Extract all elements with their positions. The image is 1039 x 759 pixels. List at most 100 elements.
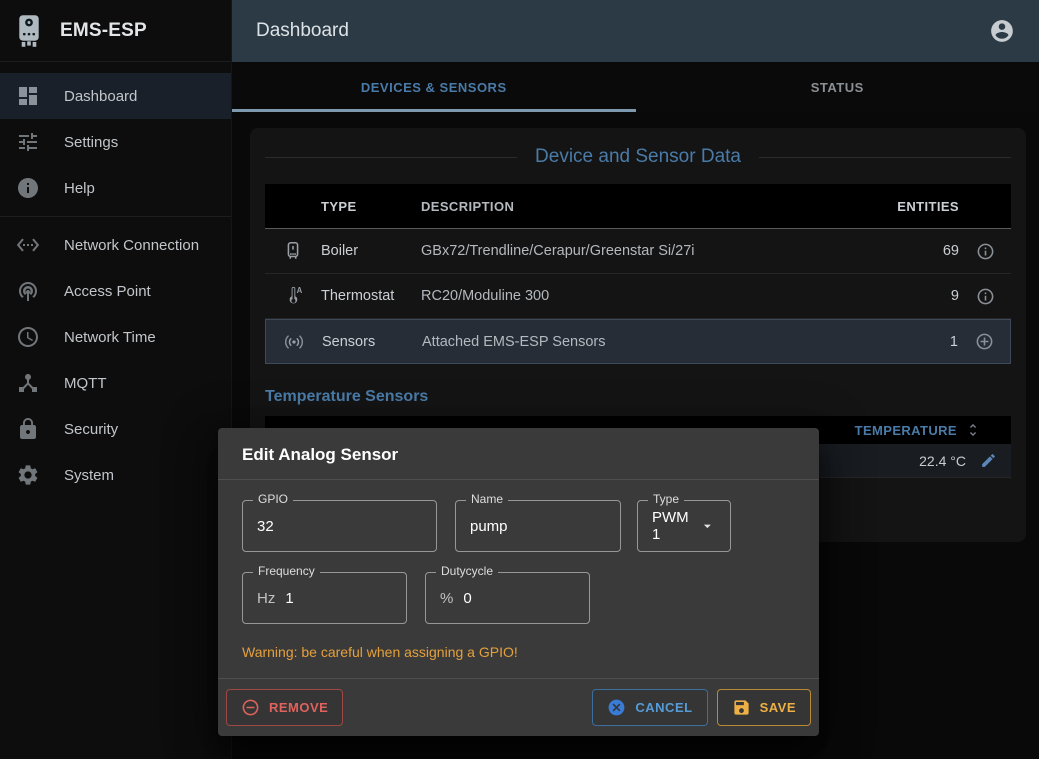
device-entities: 69 [879,243,959,259]
pencil-icon[interactable] [980,452,997,469]
tab-status[interactable]: STATUS [636,62,1039,112]
device-description: GBx72/Trendline/Cerapur/Greenstar Si/27i [421,243,879,259]
lock-icon [16,417,40,441]
thermostat-icon: A [282,285,304,307]
sidebar-item-label: Help [64,180,95,197]
tab-bar: DEVICES & SENSORS STATUS [232,62,1039,112]
tab-indicator [232,109,636,112]
name-field-value: pump [470,518,508,535]
sidebar-item-network-connection[interactable]: Network Connection [0,222,231,268]
row-add-button[interactable] [958,332,1010,351]
name-field-label: Name [466,492,508,506]
sidebar-divider [0,216,231,217]
unfold-more-icon[interactable] [965,422,981,438]
top-bar: Dashboard [232,0,1039,62]
sidebar-item-label: Access Point [64,283,151,300]
sidebar-item-label: Dashboard [64,88,137,105]
svg-text:A: A [297,286,303,295]
divider-line [265,157,517,158]
device-type: Thermostat [321,288,421,304]
section-heading: Device and Sensor Data [265,146,1011,168]
sidebar-item-label: Network Connection [64,237,199,254]
remove-circle-icon [241,698,260,717]
sidebar-item-settings[interactable]: Settings [0,119,231,165]
table-row-sensors[interactable]: Sensors Attached EMS-ESP Sensors 1 [265,319,1011,364]
tab-devices-sensors[interactable]: DEVICES & SENSORS [232,62,636,112]
cancel-button-label: CANCEL [635,700,692,715]
dialog-title: Edit Analog Sensor [218,428,819,480]
ethernet-icon [16,233,40,257]
gpio-warning-text: Warning: be careful when assigning a GPI… [242,644,795,660]
column-entities: ENTITIES [879,199,959,214]
frequency-field-value: 1 [285,590,293,607]
dutycycle-field-value: 0 [463,590,471,607]
remove-button-label: REMOVE [269,700,328,715]
clock-icon [16,325,40,349]
sidebar-item-access-point[interactable]: Access Point [0,268,231,314]
tune-icon [16,130,40,154]
save-button-label: SAVE [760,700,796,715]
device-type: Sensors [322,334,422,350]
device-hub-icon [16,371,40,395]
cancel-button[interactable]: CANCEL [592,689,707,726]
row-info-button[interactable] [959,287,1011,306]
sidebar-nav: Dashboard Settings Help Network Connecti… [0,62,231,498]
device-entities: 1 [878,334,958,350]
column-type: TYPE [321,199,421,214]
sidebar-item-label: System [64,467,114,484]
sidebar-item-system[interactable]: System [0,452,231,498]
app-name: EMS-ESP [60,20,147,42]
gpio-field[interactable]: GPIO 32 [242,500,437,552]
save-icon [732,698,751,717]
dutycycle-unit: % [440,590,453,607]
edit-analog-sensor-dialog: Edit Analog Sensor GPIO 32 Name pump Typ… [218,428,819,736]
sidebar: EMS-ESP Dashboard Settings Help Network … [0,0,232,759]
column-temperature: TEMPERATURE [855,423,957,438]
boiler-icon [282,240,304,262]
device-table-header: TYPE DESCRIPTION ENTITIES [265,184,1011,229]
dutycycle-field-label: Dutycycle [436,564,498,578]
device-description: Attached EMS-ESP Sensors [422,334,878,350]
sidebar-item-security[interactable]: Security [0,406,231,452]
sidebar-item-label: MQTT [64,375,107,392]
save-button[interactable]: SAVE [717,689,811,726]
sidebar-item-dashboard[interactable]: Dashboard [0,73,231,119]
chevron-down-icon [699,516,716,536]
section-title: Device and Sensor Data [535,146,741,168]
sidebar-item-network-time[interactable]: Network Time [0,314,231,360]
name-field[interactable]: Name pump [455,500,621,552]
frequency-field[interactable]: Frequency Hz 1 [242,572,407,624]
frequency-field-label: Frequency [253,564,320,578]
dashboard-icon [16,84,40,108]
sensors-icon [283,331,305,353]
temperature-value: 22.4 °C [919,453,966,469]
gpio-field-label: GPIO [253,492,293,506]
info-outline-icon [976,287,995,306]
sidebar-item-help[interactable]: Help [0,165,231,211]
sidebar-item-label: Network Time [64,329,156,346]
tab-label: DEVICES & SENSORS [361,80,507,95]
type-select-label: Type [648,492,684,506]
dutycycle-field[interactable]: Dutycycle % 0 [425,572,590,624]
sidebar-header: EMS-ESP [0,0,231,62]
info-outline-icon [976,242,995,261]
wifi-tethering-icon [16,279,40,303]
divider-line [759,157,1011,158]
table-row-boiler[interactable]: Boiler GBx72/Trendline/Cerapur/Greenstar… [265,229,1011,274]
row-info-button[interactable] [959,242,1011,261]
gear-icon [16,463,40,487]
account-circle-icon[interactable] [989,18,1015,44]
column-description: DESCRIPTION [421,199,879,214]
type-select[interactable]: Type PWM 1 [637,500,731,552]
cancel-icon [607,698,626,717]
page-title: Dashboard [256,20,989,42]
sidebar-item-label: Security [64,421,118,438]
frequency-unit: Hz [257,590,275,607]
remove-button[interactable]: REMOVE [226,689,343,726]
boiler-logo-icon [14,14,44,48]
table-row-thermostat[interactable]: A Thermostat RC20/Moduline 300 9 [265,274,1011,319]
tab-label: STATUS [811,80,864,95]
sidebar-item-mqtt[interactable]: MQTT [0,360,231,406]
type-select-value: PWM 1 [652,509,693,543]
temperature-section-title: Temperature Sensors [265,388,1011,406]
